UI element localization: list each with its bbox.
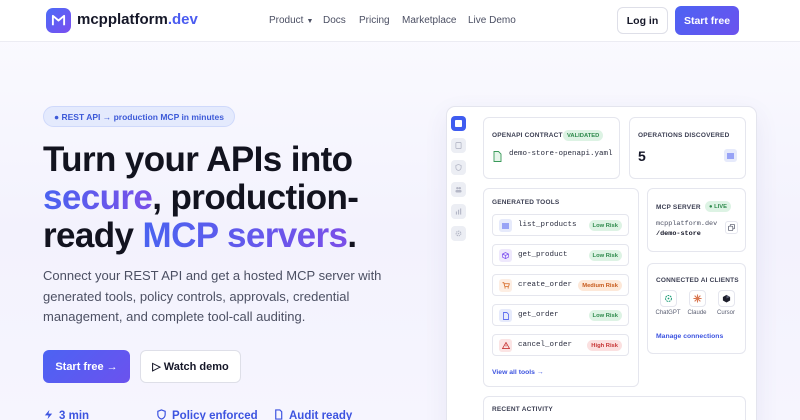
brand-tld: .dev	[167, 11, 198, 28]
nav-pricing[interactable]: Pricing	[359, 15, 390, 26]
tool-name: cancel_order	[518, 341, 573, 349]
hero-start-free-button[interactable]: Start free →	[43, 350, 130, 383]
bolt-icon	[43, 409, 54, 420]
headline-line-3: ready MCP servers.	[43, 217, 423, 255]
tool-name: get_product	[518, 251, 568, 259]
shield-icon	[156, 409, 167, 420]
headline-mcp-servers: MCP servers	[142, 216, 348, 255]
manage-connections-link[interactable]: Manage connections	[656, 333, 723, 340]
client-label: Cursor	[716, 310, 735, 316]
client-cursor[interactable]: Cursor	[711, 290, 741, 316]
feature-audit: Audit ready	[273, 409, 352, 420]
tool-name: get_order	[518, 311, 559, 319]
logo-icon[interactable]	[46, 8, 71, 33]
client-chatgpt[interactable]: ChatGPT	[653, 290, 683, 316]
tool-row[interactable]: cancel_order High Risk	[492, 334, 629, 356]
hero-tagline-pill: ● REST API → production MCP in minutes	[43, 106, 235, 127]
feature-policy: Policy enforced	[156, 409, 258, 420]
feature-speed-label: 3 min	[59, 410, 90, 420]
recent-activity-card: RECENT ACTIVITY	[483, 396, 746, 420]
watch-demo-button[interactable]: ▷ Watch demo	[140, 350, 241, 383]
tool-name: create_order	[518, 281, 573, 289]
headline-line-2: secure, production-	[43, 179, 423, 217]
activity-card-title: RECENT ACTIVITY	[492, 406, 553, 413]
file-icon[interactable]	[451, 138, 466, 153]
generated-tools-card: GENERATED TOOLS list_products Low Risk g…	[483, 188, 639, 387]
list-icon	[499, 219, 512, 232]
headline-ready: ready	[43, 216, 143, 255]
client-label: Claude	[687, 310, 707, 316]
tool-row[interactable]: create_order Medium Risk	[492, 274, 629, 296]
view-all-tools-link[interactable]: View all tools →	[492, 369, 544, 376]
client-label: ChatGPT	[655, 310, 681, 316]
nav-marketplace[interactable]: Marketplace	[402, 15, 456, 26]
file-icon	[493, 149, 502, 162]
openapi-filename: demo-store-openapi.yaml	[509, 150, 613, 158]
risk-badge: High Risk	[587, 340, 622, 351]
live-status-badge: ● LIVE	[705, 201, 731, 212]
server-path: /demo-store	[656, 230, 701, 238]
chevron-down-icon: ▼	[306, 18, 314, 25]
cart-icon	[499, 279, 512, 292]
top-navigation-bar: mcpplatform.dev Product ▼ Docs Pricing Ma…	[0, 0, 800, 42]
clients-card-title: CONNECTED AI CLIENTS	[656, 277, 739, 284]
tool-row[interactable]: list_products Low Risk	[492, 214, 629, 236]
server-card-title: MCP SERVER	[656, 204, 701, 211]
client-claude[interactable]: Claude	[682, 290, 712, 316]
nav-live-demo[interactable]: Live Demo	[468, 15, 516, 26]
headline-secure: secure	[43, 178, 153, 217]
operations-count: 5	[638, 148, 646, 164]
box-icon	[499, 249, 512, 262]
cursor-icon	[717, 290, 735, 307]
list-icon[interactable]	[724, 149, 737, 162]
feature-speed: 3 min	[43, 409, 89, 420]
mcp-server-card: MCP SERVER ● LIVE mcpplatform.dev /demo-…	[647, 188, 746, 252]
grid-icon[interactable]	[451, 116, 466, 131]
gear-icon[interactable]	[451, 226, 466, 241]
openapi-contract-card: OPENAPI CONTRACT VALIDATED demo-store-op…	[483, 117, 620, 179]
brand-name[interactable]: mcpplatform.dev	[77, 11, 198, 28]
chart-icon[interactable]	[451, 204, 466, 219]
operations-card-title: OPERATIONS DISCOVERED	[638, 132, 730, 139]
nav-product-label: Product	[269, 15, 304, 26]
nav-docs[interactable]: Docs	[323, 15, 346, 26]
tool-name: list_products	[518, 221, 577, 229]
brand-text: mcpplatform	[77, 11, 168, 28]
feature-audit-label: Audit ready	[289, 410, 353, 420]
risk-badge: Medium Risk	[578, 280, 622, 291]
validated-badge: VALIDATED	[563, 130, 604, 141]
nav-product[interactable]: Product ▼	[269, 15, 313, 26]
openapi-card-title: OPENAPI CONTRACT	[492, 132, 563, 139]
login-button[interactable]: Log in	[617, 7, 668, 34]
headline-period: .	[347, 216, 357, 255]
tool-row[interactable]: get_order Low Risk	[492, 304, 629, 326]
server-host: mcpplatform.dev	[656, 220, 718, 228]
shield-icon[interactable]	[451, 160, 466, 175]
hero-headline: Turn your APIs into secure, production- …	[43, 141, 423, 255]
headline-line-1: Turn your APIs into	[43, 140, 353, 179]
claude-icon	[688, 290, 706, 307]
risk-badge: Low Risk	[588, 220, 622, 231]
risk-badge: Low Risk	[588, 310, 622, 321]
tool-row[interactable]: get_product Low Risk	[492, 244, 629, 266]
start-free-button[interactable]: Start free	[675, 6, 739, 35]
tools-card-title: GENERATED TOOLS	[492, 199, 560, 206]
chatgpt-icon	[659, 290, 677, 307]
headline-production: , production-	[152, 178, 359, 217]
document-icon	[499, 309, 512, 322]
hero-description: Connect your REST API and get a hosted M…	[43, 268, 382, 324]
warning-icon	[499, 339, 512, 352]
operations-discovered-card: OPERATIONS DISCOVERED 5	[629, 117, 746, 179]
document-icon	[273, 409, 284, 420]
copy-icon[interactable]	[725, 221, 738, 234]
users-icon[interactable]	[451, 182, 466, 197]
feature-policy-label: Policy enforced	[172, 410, 258, 420]
risk-badge: Low Risk	[588, 250, 622, 261]
